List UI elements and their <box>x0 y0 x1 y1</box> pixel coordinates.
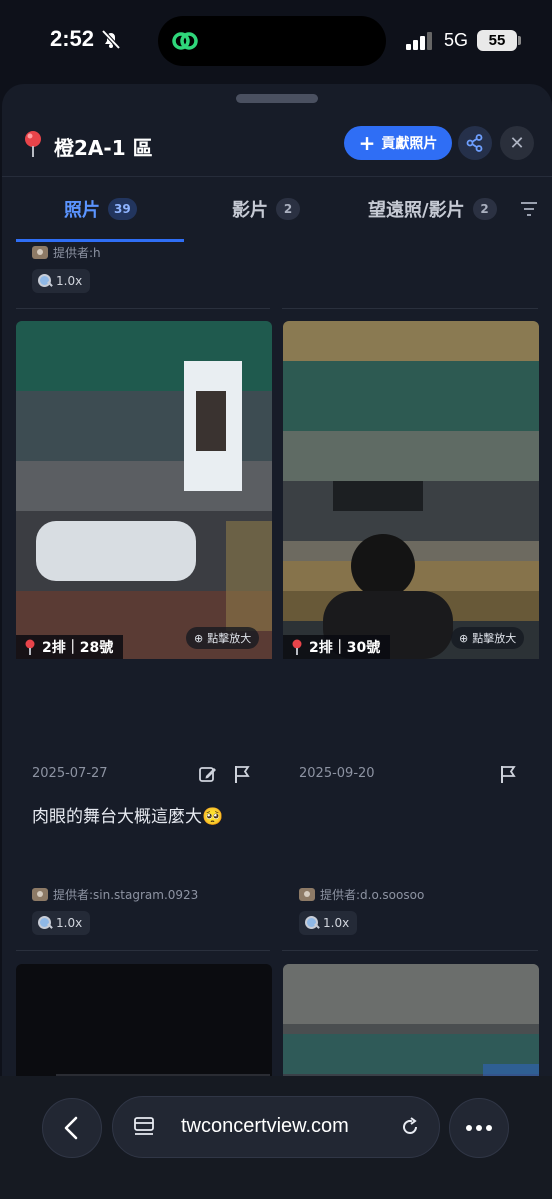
plus-icon: + <box>358 131 376 155</box>
edit-icon[interactable] <box>198 764 218 784</box>
zoom-hint-text: 點擊放大 <box>207 632 252 645</box>
share-icon <box>466 134 483 152</box>
concert-photo <box>16 321 272 659</box>
tab-videos-label: 影片 <box>232 200 268 221</box>
back-button[interactable] <box>42 1098 102 1158</box>
provider-line: 提供者:h <box>32 244 101 261</box>
tab-photos[interactable]: 照片 39 <box>64 177 137 241</box>
card-date: 2025-07-27 <box>32 766 108 781</box>
card-divider <box>16 308 270 309</box>
status-time: 2:52 <box>50 26 95 51</box>
concert-photo <box>283 964 539 1084</box>
tab-telephoto-label: 望遠照/影片 <box>368 200 465 221</box>
zone-title: 橙2A-1 區 <box>54 136 153 160</box>
media-tabs: 照片 39 影片 2 望遠照/影片 2 <box>2 177 552 242</box>
concert-photo <box>16 964 272 1084</box>
provider-text: 提供者:h <box>53 246 101 260</box>
dynamic-island <box>158 16 386 66</box>
magnifier-icon <box>305 916 319 930</box>
tab-photos-label: 照片 <box>64 200 100 221</box>
contribute-label: 貢獻照片 <box>381 136 438 152</box>
pin-icon <box>292 639 302 655</box>
card-photo[interactable]: 2排｜28號 ⊕ 點擊放大 <box>16 321 272 659</box>
url-text: twconcertview.com <box>181 1115 349 1137</box>
close-icon: ✕ <box>509 132 525 154</box>
pin-icon <box>25 639 35 655</box>
report-flag-icon[interactable] <box>232 764 252 784</box>
provider-line: 提供者:d.o.soosoo <box>299 886 424 903</box>
card-divider <box>282 950 538 951</box>
bell-muted-icon <box>101 29 121 50</box>
close-button[interactable]: ✕ <box>500 126 534 160</box>
photo-grid: 提供者:h 1.0x 2排｜28號 ⊕ 點擊放大 2025-07-27 肉眼的舞… <box>2 242 552 1084</box>
battery-tip <box>518 36 521 45</box>
battery-indicator: 55 <box>477 30 517 51</box>
concert-photo <box>283 321 539 659</box>
tab-photos-count: 39 <box>108 198 137 220</box>
magnifier-icon <box>38 274 52 288</box>
provider-line: 提供者:sin.stagram.0923 <box>32 886 198 903</box>
zoom-chip: 1.0x <box>32 911 91 935</box>
tap-to-zoom[interactable]: ⊕ 點擊放大 <box>451 627 525 649</box>
card-photo[interactable] <box>16 964 272 1084</box>
zoom-chip: 1.0x <box>32 269 91 293</box>
zoom-in-icon: ⊕ <box>194 631 204 645</box>
card-photo[interactable]: 2排｜30號 ⊕ 點擊放大 <box>283 321 539 659</box>
tap-to-zoom[interactable]: ⊕ 點擊放大 <box>186 627 260 649</box>
camera-icon <box>32 246 48 259</box>
zoom-hint-text: 點擊放大 <box>472 632 517 645</box>
browser-toolbar: twconcertview.com <box>0 1076 552 1199</box>
more-dots-icon <box>466 1125 492 1131</box>
zoom-chip: 1.0x <box>299 911 358 935</box>
share-button[interactable] <box>458 126 492 160</box>
reload-icon[interactable] <box>399 1116 421 1138</box>
address-bar[interactable]: twconcertview.com <box>112 1096 440 1158</box>
camera-icon <box>32 888 48 901</box>
status-bar: 2:52 5G 55 <box>0 0 552 80</box>
seat-text: 2排｜30號 <box>309 640 381 656</box>
report-flag-icon[interactable] <box>498 764 518 784</box>
zoom-value: 1.0x <box>323 916 350 930</box>
network-type: 5G <box>444 30 469 50</box>
zoom-in-icon: ⊕ <box>459 631 469 645</box>
drag-handle[interactable] <box>236 94 318 103</box>
camera-icon <box>299 888 315 901</box>
filter-icon[interactable] <box>520 201 538 217</box>
zone-sheet: 橙2A-1 區 + 貢獻照片 ✕ 照片 39 影片 2 望遠照/影片 2 提供者… <box>2 84 552 1084</box>
provider-text: 提供者:sin.stagram.0923 <box>53 888 199 902</box>
zoom-value: 1.0x <box>56 274 83 288</box>
provider-text: 提供者:d.o.soosoo <box>320 888 425 902</box>
card-divider <box>282 308 538 309</box>
tab-telephoto[interactable]: 望遠照/影片 2 <box>368 177 497 241</box>
tab-videos-count: 2 <box>276 198 300 220</box>
card-date: 2025-09-20 <box>299 766 375 781</box>
location-pin-icon <box>25 131 41 157</box>
sheet-header: 橙2A-1 區 + 貢獻照片 ✕ <box>2 120 552 176</box>
zoom-value: 1.0x <box>56 916 83 930</box>
card-photo[interactable] <box>283 964 539 1084</box>
seat-tag: 2排｜28號 <box>16 635 124 659</box>
app-logo-icon <box>172 32 198 50</box>
seat-tag: 2排｜30號 <box>283 635 391 659</box>
seat-text: 2排｜28號 <box>42 640 114 656</box>
contribute-photo-button[interactable]: + 貢獻照片 <box>344 126 452 160</box>
card-caption: 肉眼的舞台大概這麼大🥺 <box>32 807 224 827</box>
tab-telephoto-count: 2 <box>472 198 497 220</box>
chevron-left-icon <box>64 1116 78 1140</box>
tab-videos[interactable]: 影片 2 <box>232 177 300 241</box>
signal-icon <box>406 32 432 50</box>
more-button[interactable] <box>449 1098 509 1158</box>
page-menu-icon[interactable] <box>133 1116 155 1138</box>
magnifier-icon <box>38 916 52 930</box>
card-divider <box>16 950 270 951</box>
